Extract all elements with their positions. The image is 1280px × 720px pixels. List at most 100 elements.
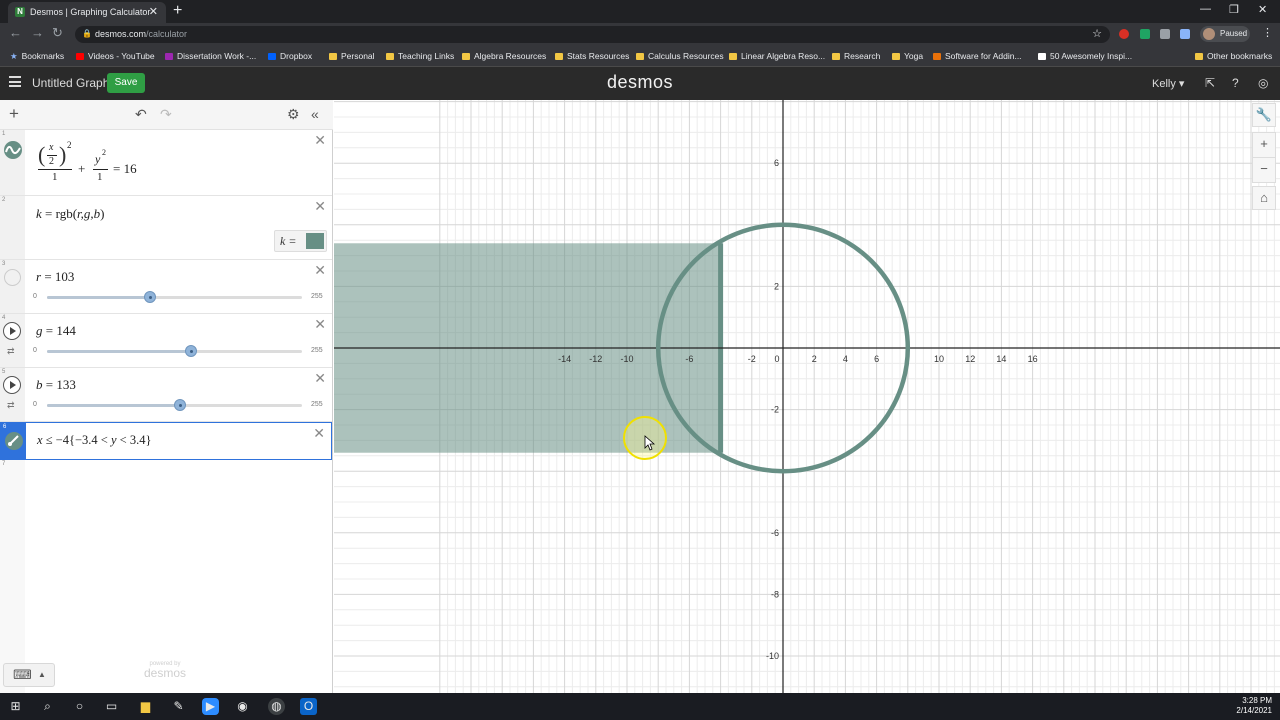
tab-close-icon[interactable]: ✕: [149, 5, 158, 18]
graph-title[interactable]: Untitled Graph: [32, 76, 109, 90]
hidden-toggle-icon[interactable]: [4, 269, 21, 286]
graph-paper[interactable]: -14 -12 -10 -6 -2 0 2 4 6 10 12 14 16 6 2 -2 -6 -8 -10: [334, 100, 1280, 693]
delete-expression-icon[interactable]: ✕: [314, 262, 326, 279]
extension-blue-icon[interactable]: [1180, 29, 1190, 39]
slider-knob-b[interactable]: [174, 399, 186, 411]
system-clock[interactable]: 3:28 PM 2/14/2021: [1236, 696, 1272, 716]
expression-row-slider-r[interactable]: 3 r = 103 0 255 ✕: [0, 260, 332, 314]
bookmark-item[interactable]: Dropbox: [268, 51, 312, 61]
redo-icon[interactable]: ↷: [160, 106, 172, 123]
bookmark-item[interactable]: 50 Awesomely Inspi...: [1038, 51, 1132, 61]
delete-expression-icon[interactable]: ✕: [314, 370, 326, 387]
help-icon[interactable]: ?: [1232, 76, 1239, 90]
share-icon[interactable]: ⇱: [1205, 76, 1215, 90]
forward-icon[interactable]: →: [31, 25, 44, 40]
empty-expression-gutter[interactable]: 7: [0, 460, 25, 693]
bookmark-item[interactable]: Linear Algebra Reso...: [729, 51, 825, 61]
bookmark-item[interactable]: ★ Bookmarks: [10, 51, 64, 62]
loop-icon[interactable]: ⇄: [7, 400, 15, 411]
chrome-icon[interactable]: ◍: [268, 698, 285, 715]
zoom-in-icon[interactable]: +: [1252, 132, 1276, 158]
cortana-icon[interactable]: ○: [71, 698, 88, 715]
play-icon[interactable]: [3, 322, 21, 340]
expression-row-slider-g[interactable]: 4 ⇄ g = 144 0 255 ✕: [0, 314, 332, 368]
bookmark-item[interactable]: Videos - YouTube: [76, 51, 155, 61]
x-tick-label: -6: [685, 354, 693, 364]
zoom-out-icon[interactable]: −: [1252, 157, 1276, 183]
slider-track-r[interactable]: [47, 296, 302, 299]
graph-canvas[interactable]: -14 -12 -10 -6 -2 0 2 4 6 10 12 14 16 6 2 -2 -6 -8 -10: [334, 100, 1280, 693]
bookmark-item[interactable]: Calculus Resources: [636, 51, 724, 61]
bookmark-item[interactable]: Algebra Resources: [462, 51, 546, 61]
bookmark-item[interactable]: Other bookmarks: [1195, 51, 1272, 61]
color-swatch-preview[interactable]: k =: [274, 230, 327, 252]
keyboard-icon: ⌨: [13, 667, 32, 682]
avatar: [1203, 28, 1215, 40]
app-circle-icon[interactable]: ◉: [234, 698, 251, 715]
slider-knob-r[interactable]: [144, 291, 156, 303]
bookmark-item[interactable]: Personal: [329, 51, 375, 61]
bookmark-item[interactable]: Teaching Links: [386, 51, 454, 61]
expression-b-math[interactable]: b = 133: [36, 377, 76, 393]
expression-color-math[interactable]: k = rgb(r,g,b): [36, 206, 105, 222]
reload-icon[interactable]: ↻: [52, 25, 63, 41]
undo-icon[interactable]: ↶: [135, 106, 147, 123]
extensions-puzzle-icon[interactable]: [1160, 29, 1170, 39]
zoom-app-icon[interactable]: ▶: [202, 698, 219, 715]
bookmark-star-icon[interactable]: ☆: [1092, 27, 1102, 40]
expression-color-icon[interactable]: [3, 140, 23, 160]
globe-icon[interactable]: ◎: [1258, 76, 1268, 90]
play-icon[interactable]: [3, 376, 21, 394]
app-icon[interactable]: ✎: [170, 698, 187, 715]
search-icon[interactable]: ⌕: [39, 698, 56, 715]
restore-icon[interactable]: ❐: [1229, 3, 1239, 16]
file-explorer-icon[interactable]: ▆: [137, 698, 154, 715]
delete-expression-icon[interactable]: ✕: [314, 198, 326, 215]
loop-icon[interactable]: ⇄: [7, 346, 15, 357]
extension-green-icon[interactable]: [1140, 29, 1150, 39]
task-view-icon[interactable]: ▭: [103, 698, 120, 715]
windows-start-icon[interactable]: ⊞: [7, 698, 24, 715]
bookmark-item[interactable]: Software for Addin...: [933, 51, 1022, 61]
keyboard-toggle-button[interactable]: ⌨ ▲: [3, 663, 55, 687]
bookmark-item[interactable]: Research: [832, 51, 880, 61]
expression-row-inequality[interactable]: 6 x ≤ −4{−3.4 < y < 3.4} ✕: [0, 422, 332, 460]
delete-expression-icon[interactable]: ✕: [314, 316, 326, 333]
delete-expression-icon[interactable]: ✕: [313, 425, 325, 442]
graph-settings-wrench-icon[interactable]: 🔧: [1252, 103, 1276, 127]
expression-color-icon[interactable]: [4, 431, 24, 451]
hamburger-menu-icon[interactable]: [9, 76, 21, 87]
user-menu[interactable]: Kelly ▾: [1152, 77, 1184, 90]
save-button[interactable]: Save: [107, 73, 145, 93]
tab-title: Desmos | Graphing Calculator: [30, 7, 151, 17]
settings-gear-icon[interactable]: ⚙: [287, 106, 300, 123]
back-icon[interactable]: ←: [9, 25, 22, 40]
add-item-icon[interactable]: +: [9, 104, 19, 124]
delete-expression-icon[interactable]: ✕: [314, 132, 326, 149]
browser-menu-icon[interactable]: ⋮: [1262, 26, 1273, 39]
expression-row-ellipse[interactable]: 1 ( x 2 ) 2 1 + y 2 1 = 16 ✕: [0, 130, 332, 196]
expression-ellipse-math[interactable]: ( x 2 ) 2 1 + y 2 1 = 16: [36, 138, 166, 188]
window-close-icon[interactable]: ✕: [1258, 3, 1267, 16]
expression-row-slider-b[interactable]: 5 ⇄ b = 133 0 255 ✕: [0, 368, 332, 422]
bookmark-item[interactable]: Dissertation Work -...: [165, 51, 256, 61]
expression-r-math[interactable]: r = 103: [36, 269, 74, 285]
expression-inequality-math[interactable]: x ≤ −4{−3.4 < y < 3.4}: [37, 433, 151, 448]
bookmark-item[interactable]: Stats Resources: [555, 51, 629, 61]
bookmark-item[interactable]: Yoga: [892, 51, 923, 61]
folder-icon: [555, 53, 563, 60]
new-tab-icon[interactable]: +: [173, 2, 182, 20]
profile-status: Paused: [1220, 29, 1248, 38]
slider-knob-g[interactable]: [185, 345, 197, 357]
outlook-icon[interactable]: O: [300, 698, 317, 715]
extension-red-icon[interactable]: [1119, 29, 1129, 39]
collapse-panel-icon[interactable]: «: [311, 106, 319, 122]
slider-track-g[interactable]: [47, 350, 302, 353]
address-bar[interactable]: 🔒 desmos.com/calculator ☆: [75, 26, 1110, 43]
home-icon[interactable]: ⌂: [1252, 186, 1276, 210]
expression-g-math[interactable]: g = 144: [36, 323, 76, 339]
expression-row-color[interactable]: 2 k = rgb(r,g,b) ✕ k =: [0, 196, 332, 260]
profile-button[interactable]: Paused: [1200, 26, 1250, 42]
minimize-icon[interactable]: —: [1200, 3, 1211, 15]
browser-tab[interactable]: N Desmos | Graphing Calculator ✕: [8, 2, 166, 23]
